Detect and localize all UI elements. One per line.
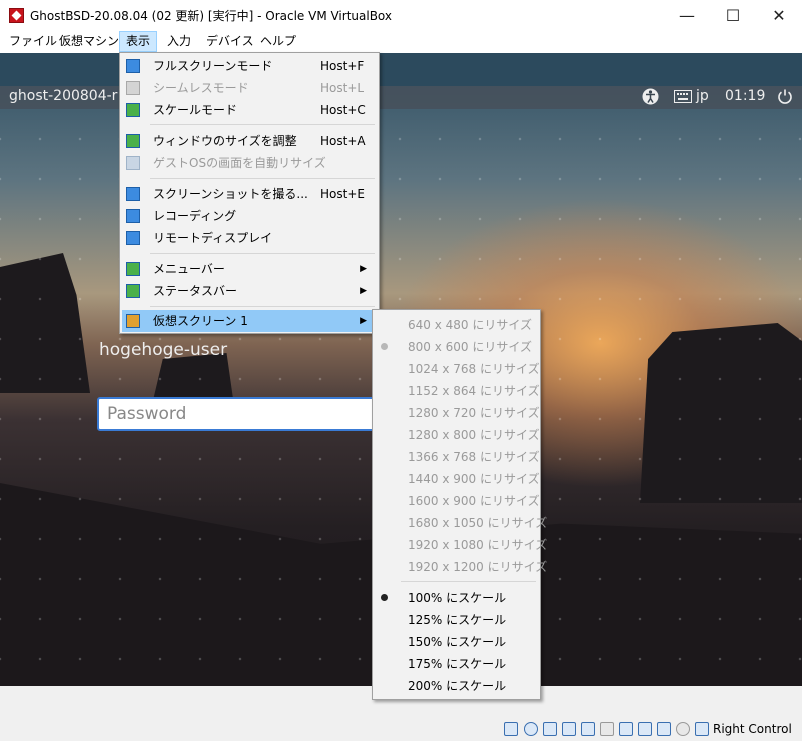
submenu-arrow-icon: ▶ — [360, 264, 367, 274]
menu-item-recording[interactable]: レコーディング — [122, 205, 377, 227]
guest-hostname: ghost-200804-r — [9, 88, 118, 104]
menubar: ファイル 仮想マシン 表示 入力 デバイス ヘルプ — [0, 31, 802, 53]
menu-item-remote-display[interactable]: リモートディスプレイ — [122, 227, 377, 249]
selected-dot-icon — [381, 343, 388, 350]
resize-1920x1200[interactable]: 1920 x 1200 にリサイズ — [375, 556, 547, 578]
fullscreen-icon — [126, 59, 140, 73]
host-key-arrow-icon[interactable] — [695, 722, 709, 736]
resize-1600x900[interactable]: 1600 x 900 にリサイズ — [375, 490, 540, 512]
menu-separator — [401, 581, 536, 582]
menu-separator — [150, 253, 375, 254]
audio-icon[interactable] — [543, 722, 557, 736]
password-placeholder: Password — [107, 404, 187, 424]
menu-devices[interactable]: デバイス — [200, 31, 260, 52]
menu-separator — [150, 178, 375, 179]
cpu-icon[interactable] — [657, 722, 671, 736]
minimize-button[interactable]: — — [664, 0, 710, 31]
display-icon[interactable] — [619, 722, 633, 736]
menu-item-seamless: シームレスモード Host+L — [122, 77, 377, 99]
seamless-icon — [126, 81, 140, 95]
resize-1280x800[interactable]: 1280 x 800 にリサイズ — [375, 424, 540, 446]
shared-folders-icon[interactable] — [600, 722, 614, 736]
clock[interactable]: 01:19 — [725, 88, 765, 104]
menu-separator — [150, 306, 375, 307]
view-menu: フルスクリーンモード Host+F シームレスモード Host+L スケールモー… — [119, 52, 380, 334]
power-icon[interactable] — [777, 88, 793, 108]
menu-machine[interactable]: 仮想マシン — [53, 31, 125, 52]
recording-icon[interactable] — [638, 722, 652, 736]
network-icon[interactable] — [562, 722, 576, 736]
menu-input[interactable]: 入力 — [161, 31, 197, 52]
resize-1440x900[interactable]: 1440 x 900 にリサイズ — [375, 468, 540, 490]
menu-item-adjust-window[interactable]: ウィンドウのサイズを調整 Host+A — [122, 130, 377, 152]
close-button[interactable]: ✕ — [756, 0, 802, 31]
scale-100[interactable]: 100% にスケール — [375, 587, 538, 609]
resize-1680x1050[interactable]: 1680 x 1050 にリサイズ — [375, 512, 547, 534]
virtualbox-app-icon — [9, 8, 24, 23]
menu-help[interactable]: ヘルプ — [254, 31, 302, 52]
selected-dot-icon — [381, 594, 388, 601]
submenu-arrow-icon: ▶ — [360, 316, 367, 326]
resize-1152x864[interactable]: 1152 x 864 にリサイズ — [375, 380, 540, 402]
hard-disk-icon[interactable] — [504, 722, 518, 736]
scale-150[interactable]: 150% にスケール — [375, 631, 538, 653]
recording-icon — [126, 209, 140, 223]
virtual-screen-submenu: 640 x 480 にリサイズ 800 x 600 にリサイズ 1024 x 7… — [372, 309, 547, 700]
menu-item-scale[interactable]: スケールモード Host+C — [122, 99, 377, 121]
scale-200[interactable]: 200% にスケール — [375, 675, 538, 697]
resize-1920x1080[interactable]: 1920 x 1080 にリサイズ — [375, 534, 547, 556]
menu-separator — [150, 124, 375, 125]
menu-item-fullscreen[interactable]: フルスクリーンモード Host+F — [122, 55, 377, 77]
statusbar-icon — [126, 284, 140, 298]
scale-175[interactable]: 175% にスケール — [375, 653, 538, 675]
submenu-arrow-icon: ▶ — [360, 286, 367, 296]
virtual-screen-icon — [126, 314, 140, 328]
scale-icon — [126, 103, 140, 117]
resize-1024x768[interactable]: 1024 x 768 にリサイズ — [375, 358, 540, 380]
resize-1366x768[interactable]: 1366 x 768 にリサイズ — [375, 446, 540, 468]
mouse-integration-icon[interactable] — [676, 722, 690, 736]
resize-640x480[interactable]: 640 x 480 にリサイズ — [375, 314, 538, 336]
host-key-label: Right Control — [713, 722, 792, 736]
optical-drive-icon[interactable] — [524, 722, 538, 736]
title-bar: GhostBSD-20.08.04 (02 更新) [実行中] - Oracle… — [0, 0, 802, 31]
menu-item-menubar[interactable]: メニューバー ▶ — [122, 258, 377, 280]
keyboard-layout[interactable]: jp — [696, 88, 709, 104]
resize-1280x720[interactable]: 1280 x 720 にリサイズ — [375, 402, 540, 424]
usb-icon[interactable] — [581, 722, 595, 736]
accessibility-icon[interactable] — [642, 88, 659, 109]
maximize-button[interactable]: ☐ — [710, 0, 756, 31]
menu-item-auto-resize: ゲストOSの画面を自動リサイズ — [122, 152, 377, 174]
scale-125[interactable]: 125% にスケール — [375, 609, 538, 631]
remote-display-icon — [126, 231, 140, 245]
screenshot-icon — [126, 187, 140, 201]
menu-view[interactable]: 表示 — [119, 31, 158, 52]
menu-item-statusbar[interactable]: ステータスバー ▶ — [122, 280, 377, 302]
keyboard-icon[interactable] — [674, 90, 692, 107]
auto-resize-icon — [126, 156, 140, 170]
menu-item-screenshot[interactable]: スクリーンショットを撮る... Host+E — [122, 183, 377, 205]
resize-800x600[interactable]: 800 x 600 にリサイズ — [375, 336, 538, 358]
menubar-icon — [126, 262, 140, 276]
window-title: GhostBSD-20.08.04 (02 更新) [実行中] - Oracle… — [30, 9, 393, 23]
adjust-window-icon — [126, 134, 140, 148]
login-username: hogehoge-user — [99, 340, 228, 360]
password-field[interactable]: Password — [97, 397, 397, 431]
menu-item-virtual-screen-1[interactable]: 仮想スクリーン 1 ▶ — [122, 310, 377, 332]
